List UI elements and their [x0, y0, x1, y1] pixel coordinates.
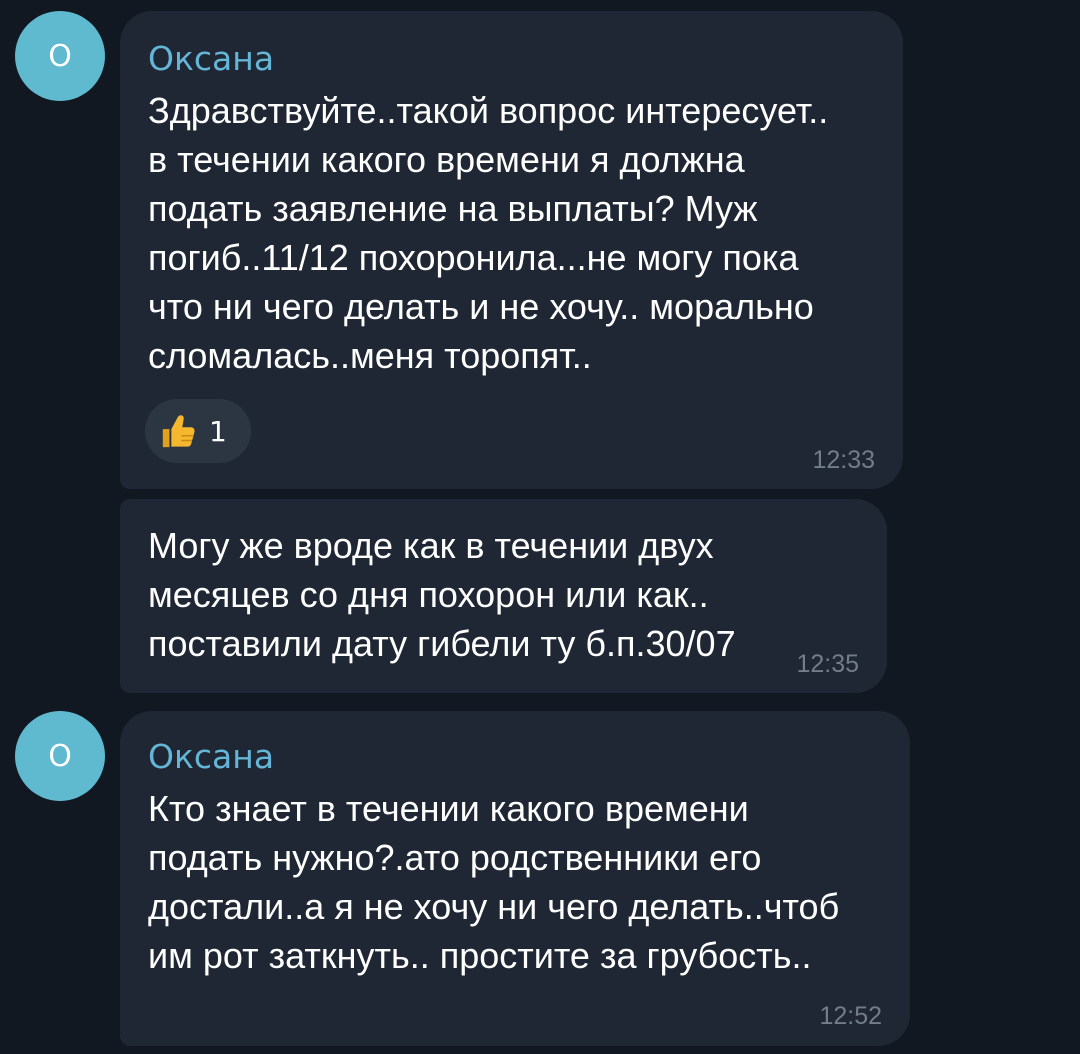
message-line: погиб..11/12 похоронила...не могу пока: [148, 237, 799, 278]
message-time: 12:33: [812, 446, 875, 474]
message-line: поставили дату гибели ту б.п.30/07: [148, 623, 736, 664]
message-line: Здравствуйте..такой вопрос интересует..: [148, 90, 829, 131]
reaction-chip[interactable]: 1: [145, 399, 251, 463]
message-line: Могу же вроде как в течении двух: [148, 525, 714, 566]
sender-avatar[interactable]: О: [15, 711, 105, 801]
sender-avatar[interactable]: О: [15, 11, 105, 101]
message-line: что ни чего делать и не хочу.. морально: [148, 286, 814, 327]
message-line: в течении какого времени я должна: [148, 139, 745, 180]
message-line: достали..а я не хочу ни чего делать..что…: [148, 886, 840, 927]
message-text: Могу же вроде как в течении двух месяцев…: [148, 521, 867, 668]
message-bubble[interactable]: Оксана Кто знает в течении какого времен…: [120, 711, 910, 1046]
sender-name[interactable]: Оксана: [148, 39, 274, 79]
reaction-count: 1: [209, 414, 227, 448]
message-line: месяцев со дня похорон или как..: [148, 574, 709, 615]
message-bubble[interactable]: Оксана Здравствуйте..такой вопрос интере…: [120, 11, 903, 489]
message-line: подать заявление на выплаты? Муж: [148, 188, 758, 229]
thumbs-up-icon: [162, 415, 195, 448]
message-line: им рот заткнуть.. простите за грубость..: [148, 935, 812, 976]
message-text: Здравствуйте..такой вопрос интересует.. …: [148, 86, 883, 380]
message-line: Кто знает в течении какого времени: [148, 788, 749, 829]
message-time: 12:52: [819, 1002, 882, 1030]
message-line: подать нужно?.ато родственники его: [148, 837, 762, 878]
message-line: сломалась..меня торопят..: [148, 335, 592, 376]
message-time: 12:35: [796, 650, 859, 678]
message-bubble[interactable]: Могу же вроде как в течении двух месяцев…: [120, 499, 887, 693]
message-text: Кто знает в течении какого времени подат…: [148, 784, 890, 980]
sender-name[interactable]: Оксана: [148, 737, 274, 777]
